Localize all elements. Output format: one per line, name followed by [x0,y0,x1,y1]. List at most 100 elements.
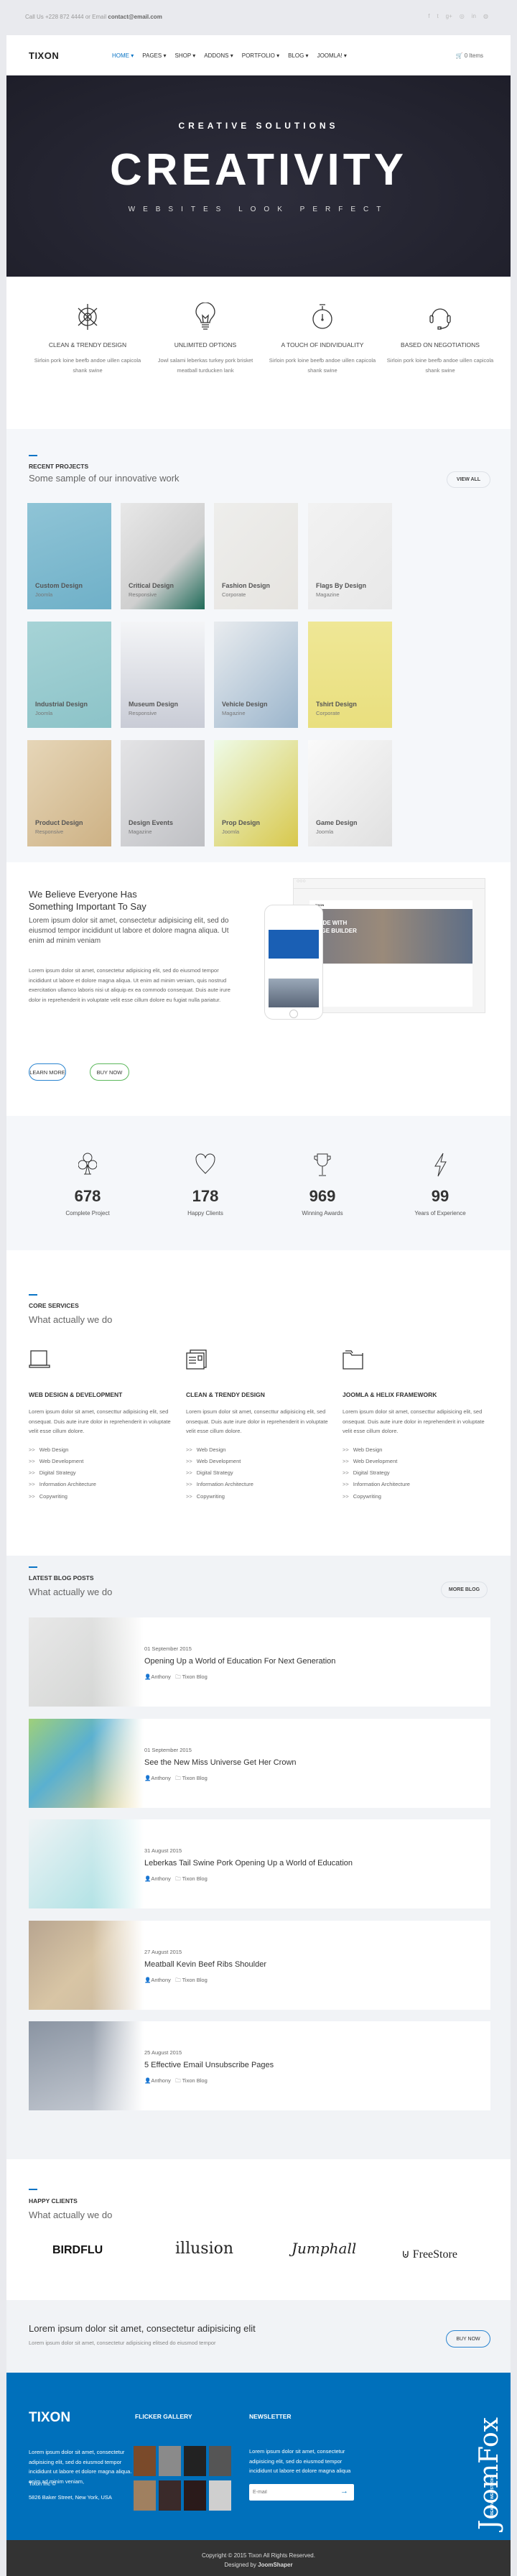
project-tile[interactable]: Prop Design Joomla [214,740,298,846]
gallery-thumbnail[interactable] [184,2480,206,2511]
nav-joomla[interactable]: JOOMLA! ▾ [317,52,347,59]
section-accent-line [29,2189,37,2190]
post-title[interactable]: See the New Miss Universe Get Her Crown [144,1758,297,1767]
email-link[interactable]: contact@email.com [108,14,162,20]
linkedin-icon[interactable]: in [472,13,476,19]
learn-more-button[interactable]: LEARN MORE [29,1063,66,1081]
nav-blog[interactable]: BLOG ▾ [288,52,308,59]
post-author[interactable]: Anthony [151,2077,171,2084]
post-title[interactable]: Leberkas Tail Swine Pork Opening Up a Wo… [144,1859,353,1868]
service-list-item[interactable]: >> Information Architecture [343,1481,486,1492]
cta-buy-now-button[interactable]: BUY NOW [446,2330,490,2348]
service-list-item[interactable]: >> Web Development [343,1458,486,1469]
project-tile[interactable]: Vehicle Design Magazine [214,622,298,728]
hero-subtitle: WEBSITES LOOK PERFECT [128,206,389,213]
service-list-item[interactable]: >> Digital Strategy [186,1469,330,1481]
blog-post-card[interactable]: 25 August 2015 5 Effective Email Unsubscr… [29,2021,490,2110]
footer-address: 5826 Baker Street, New York, USA [29,2494,112,2501]
project-tile[interactable]: Product Design Responsive [27,740,111,846]
post-author[interactable]: Anthony [151,1875,171,1882]
project-tile[interactable]: Critical Design Responsive [121,503,205,609]
more-blog-button[interactable]: MORE BLOG [441,1582,488,1598]
nav-home[interactable]: HOME ▾ [112,52,134,59]
service-list-item[interactable]: >> Web Design [186,1446,330,1458]
pinterest-icon[interactable]: ◎ [460,13,465,19]
post-category[interactable]: Tixon Blog [182,1977,208,1983]
client-logo-birdflu: BIRDFLU [52,2244,103,2256]
project-tile[interactable]: Design Events Magazine [121,740,205,846]
client-logo-illusion: illusion [175,2240,234,2258]
project-tile[interactable]: Game Design Joomla [308,740,392,846]
cta-title: Lorem ipsum dolor sit amet, consectetur … [29,2323,256,2334]
feature-title: A TOUCH OF INDIVIDUALITY [281,341,364,348]
service-list-item[interactable]: >> Digital Strategy [343,1469,486,1481]
post-title[interactable]: 5 Effective Email Unsubscribe Pages [144,2061,274,2069]
designer-link[interactable]: JoomShaper [258,2562,292,2568]
nav-addons[interactable]: ADDONS ▾ [204,52,233,59]
gallery-thumbnail[interactable] [159,2446,181,2476]
contact-info: Call Us +228 872 4444 or Email contact@e… [25,14,162,20]
post-author[interactable]: Anthony [151,1977,171,1983]
gallery-thumbnail[interactable] [184,2446,206,2476]
top-bar: Call Us +228 872 4444 or Email contact@e… [0,0,517,35]
stat-label: Winning Awards [302,1210,343,1217]
service-list-item[interactable]: >> Web Development [186,1458,330,1469]
service-list-item[interactable]: >> Copywriting [343,1493,486,1505]
service-list-item[interactable]: >> Information Architecture [186,1481,330,1492]
blog-post-card[interactable]: 27 August 2015 Meatball Kevin Beef Ribs S… [29,1921,490,2010]
gallery-thumbnail[interactable] [209,2480,231,2511]
gallery-thumbnail[interactable] [159,2480,181,2511]
section-accent-line [29,1294,37,1296]
project-tile[interactable]: Tshirt Design Corporate [308,622,392,728]
service-list-item[interactable]: >> Information Architecture [29,1481,172,1492]
project-tile[interactable]: Industrial Design Joomla [27,622,111,728]
feature-item: BASED ON NEGOTIATIONS Sirloin pork loine… [386,277,494,376]
logo[interactable]: TIXON [29,50,59,61]
blog-post-card[interactable]: 31 August 2015 Leberkas Tail Swine Pork O… [29,1819,490,1908]
footer: TIXON Lorem ipsum dolor sit amet, consec… [6,2373,511,2540]
main-nav: HOME ▾ PAGES ▾ SHOP ▾ ADDONS ▾ PORTFOLIO… [112,52,347,59]
post-category[interactable]: Tixon Blog [182,1775,208,1781]
service-list-item[interactable]: >> Digital Strategy [29,1469,172,1481]
nav-pages[interactable]: PAGES ▾ [142,52,166,59]
post-author[interactable]: Anthony [151,1674,171,1680]
twitter-icon[interactable]: t [437,13,438,19]
cart-button[interactable]: 🛒 0 Items [456,52,483,59]
post-category[interactable]: Tixon Blog [182,1674,208,1680]
service-list-item[interactable]: >> Web Development [29,1458,172,1469]
dribbble-icon[interactable]: ◍ [483,13,488,19]
project-category: Magazine [316,591,340,598]
project-tile[interactable]: Museum Design Responsive [121,622,205,728]
facebook-icon[interactable]: f [428,13,429,19]
service-list-item[interactable]: >> Copywriting [186,1493,330,1505]
buy-now-button[interactable]: BUY NOW [90,1063,129,1081]
project-tile[interactable]: Fashion Design Corporate [214,503,298,609]
view-all-button[interactable]: VIEW ALL [447,471,490,488]
project-tile[interactable]: Custom Design Joomla [27,503,111,609]
post-category[interactable]: Tixon Blog [182,1875,208,1882]
post-thumbnail [29,1719,144,1808]
email-input[interactable] [249,2484,335,2501]
post-category[interactable]: Tixon Blog [182,2077,208,2084]
submit-arrow-icon[interactable]: → [340,2487,348,2496]
post-meta: 👤Anthony 🗀 Tixon Blog [144,1774,208,1783]
nav-portfolio[interactable]: PORTFOLIO ▾ [242,52,279,59]
service-list-item[interactable]: >> Copywriting [29,1493,172,1505]
project-tile[interactable]: Flags By Design Magazine [308,503,392,609]
service-list-item[interactable]: >> Web Design [29,1446,172,1458]
stat-item: 99 Years of Experience [386,1152,494,1217]
stat-label: Years of Experience [414,1210,466,1217]
post-author[interactable]: Anthony [151,1775,171,1781]
gallery-thumbnail[interactable] [209,2446,231,2476]
stat-item: 178 Happy Clients [152,1152,259,1217]
blog-post-card[interactable]: 01 September 2015 Opening Up a World of E… [29,1617,490,1707]
feature-title: UNLIMITED OPTIONS [174,341,237,348]
gallery-thumbnail[interactable] [134,2480,156,2511]
nav-shop[interactable]: SHOP ▾ [174,52,195,59]
gallery-thumbnail[interactable] [134,2446,156,2476]
google-plus-icon[interactable]: g+ [446,13,452,19]
service-list-item[interactable]: >> Web Design [343,1446,486,1458]
post-title[interactable]: Meatball Kevin Beef Ribs Shoulder [144,1960,266,1969]
blog-post-card[interactable]: 01 September 2015 See the New Miss Univer… [29,1719,490,1808]
post-title[interactable]: Opening Up a World of Education For Next… [144,1657,335,1666]
